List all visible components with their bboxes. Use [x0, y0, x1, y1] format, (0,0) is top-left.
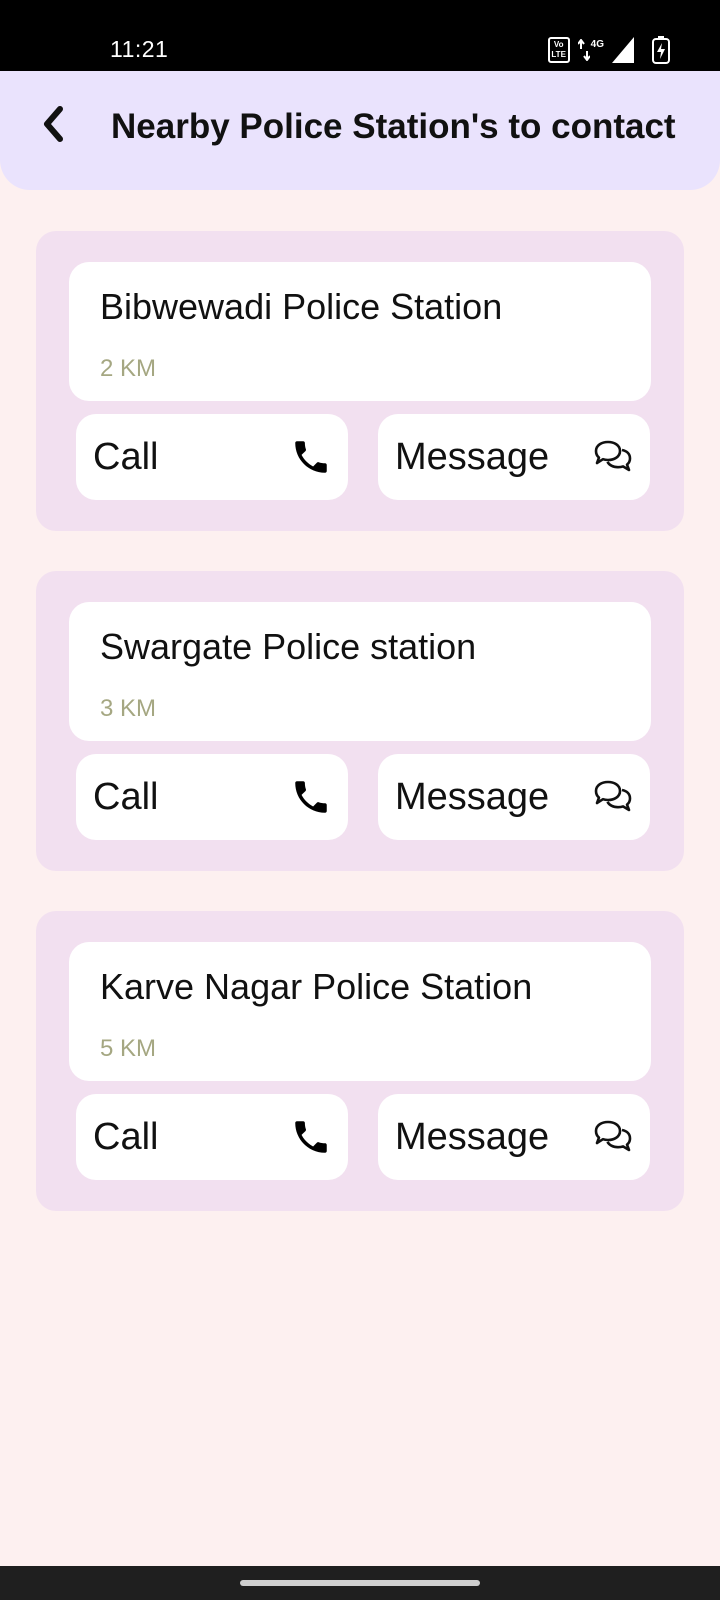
status-time: 11:21	[110, 36, 169, 62]
call-label: Call	[93, 1116, 159, 1158]
volte-icon: Vo LTE	[547, 37, 570, 63]
signal-icon	[612, 37, 634, 63]
chat-bubbles-icon	[594, 1120, 632, 1152]
station-card: Swargate Police station 3 KM Call Messag…	[36, 571, 684, 871]
phone-icon	[295, 441, 327, 473]
home-indicator[interactable]	[240, 1580, 480, 1586]
status-bar: 11:21 Vo LTE 4G	[0, 0, 720, 71]
call-button[interactable]: Call	[76, 754, 348, 840]
station-name: Bibwewadi Police Station	[100, 286, 503, 327]
status-icons: Vo LTE 4G	[547, 36, 670, 64]
message-label: Message	[395, 436, 550, 478]
navigation-bar	[0, 1566, 720, 1600]
call-button[interactable]: Call	[76, 1094, 348, 1180]
station-info[interactable]: Swargate Police station 3 KM	[69, 602, 651, 741]
call-label: Call	[93, 776, 159, 818]
message-label: Message	[395, 1116, 550, 1158]
volte-top-text: Vo	[553, 40, 564, 49]
station-distance: 5 KM	[100, 1035, 157, 1062]
station-card: Bibwewadi Police Station 2 KM Call Messa…	[36, 231, 684, 531]
battery-charging-icon	[652, 36, 670, 64]
data-arrows-icon: 4G	[577, 39, 604, 61]
station-list: Bibwewadi Police Station 2 KM Call Messa…	[36, 231, 684, 1251]
chevron-left-icon	[44, 106, 63, 142]
call-button[interactable]: Call	[76, 414, 348, 500]
network-type: 4G	[590, 39, 604, 50]
station-name: Swargate Police station	[100, 626, 477, 667]
message-button[interactable]: Message	[378, 414, 650, 500]
chat-bubbles-icon	[594, 440, 632, 472]
chat-bubbles-icon	[594, 780, 632, 812]
station-distance: 3 KM	[100, 695, 157, 722]
page-title: Nearby Police Station's to contact	[111, 107, 676, 146]
station-distance: 2 KM	[100, 355, 157, 382]
station-info[interactable]: Karve Nagar Police Station 5 KM	[69, 942, 651, 1081]
message-button[interactable]: Message	[378, 754, 650, 840]
app-bar: Nearby Police Station's to contact	[0, 71, 720, 190]
station-card: Karve Nagar Police Station 5 KM Call Mes…	[36, 911, 684, 1211]
station-name: Karve Nagar Police Station	[100, 966, 533, 1007]
message-button[interactable]: Message	[378, 1094, 650, 1180]
phone-icon	[295, 781, 327, 813]
station-info[interactable]: Bibwewadi Police Station 2 KM	[69, 262, 651, 401]
back-button[interactable]	[26, 97, 80, 151]
call-label: Call	[93, 436, 159, 478]
message-label: Message	[395, 776, 550, 818]
phone-icon	[295, 1121, 327, 1153]
volte-bottom-text: LTE	[551, 50, 566, 59]
